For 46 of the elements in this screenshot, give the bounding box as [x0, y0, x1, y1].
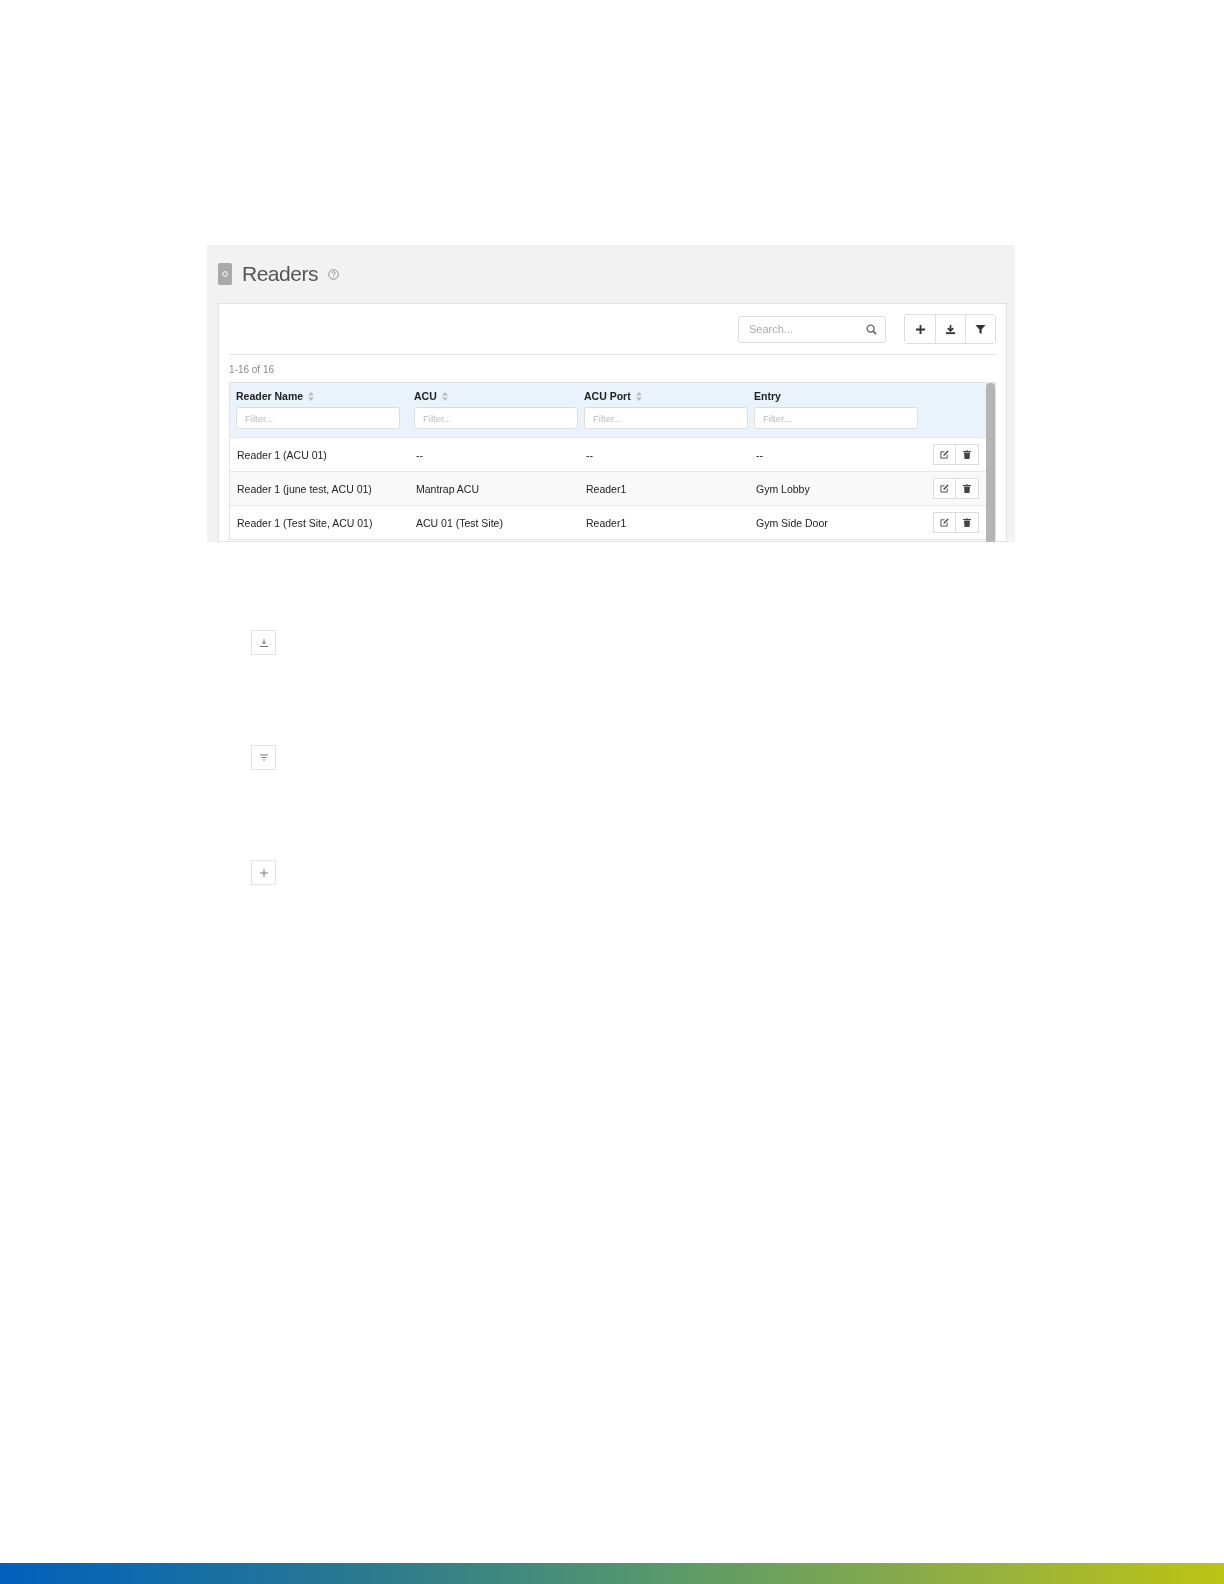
filter-field[interactable]: Filter... — [236, 407, 400, 429]
search-icon — [866, 323, 877, 335]
delete-button[interactable] — [956, 478, 979, 499]
table-cell-text: -- — [756, 448, 764, 461]
filter-field[interactable]: Filter... — [754, 407, 918, 429]
filter-field[interactable]: Filter... — [414, 407, 578, 429]
edit-icon — [940, 450, 949, 459]
trash-icon — [963, 450, 971, 459]
table-cell-text: -- — [586, 448, 594, 461]
column-header[interactable]: Entry — [754, 390, 781, 402]
scrollbar[interactable] — [986, 383, 995, 542]
table-cell-text: -- — [416, 448, 424, 461]
download-icon — [259, 638, 268, 647]
table-cell-text: Reader 1 (june test, ACU 01) — [237, 482, 373, 495]
filter-icon — [259, 754, 268, 761]
filter-icon — [975, 323, 986, 335]
download-icon — [945, 323, 956, 335]
page-title: Readers — [242, 262, 318, 286]
column-header[interactable]: ACU Port — [584, 390, 642, 402]
table-cell-text: Reader 1 (Test Site, ACU 01) — [237, 516, 374, 529]
sort-icon[interactable] — [635, 391, 642, 401]
toggle-icon — [218, 263, 232, 285]
trash-icon — [963, 518, 971, 527]
plus-icon — [914, 323, 926, 335]
help-icon[interactable] — [327, 268, 339, 280]
delete-button[interactable] — [956, 512, 979, 533]
table-cell-text: Gym Lobby — [756, 482, 811, 495]
search-field[interactable]: Search... — [738, 315, 886, 343]
delete-button[interactable] — [956, 444, 979, 465]
sort-icon[interactable] — [441, 391, 448, 401]
trash-icon — [963, 484, 971, 493]
table-cell-text: ACU 01 (Test Site) — [416, 516, 504, 529]
table-cell-text: Mantrap ACU — [416, 482, 481, 495]
column-header[interactable]: Reader Name — [236, 390, 315, 402]
column-header[interactable]: ACU — [414, 390, 448, 402]
edit-icon — [940, 484, 949, 493]
table-cell-text: Reader 1 (ACU 01) — [237, 448, 328, 461]
filter-field[interactable]: Filter... — [584, 407, 748, 429]
edit-icon — [940, 518, 949, 527]
plus-icon — [259, 868, 268, 877]
filter-button[interactable] — [965, 315, 995, 343]
result-count: 1-16 of 16 — [229, 363, 276, 377]
table-cell-text: Reader1 — [586, 482, 628, 495]
table-cell-text: Gym Side Door — [756, 516, 829, 529]
table-cell-text: Reader1 — [586, 516, 628, 529]
sort-icon[interactable] — [308, 391, 315, 401]
